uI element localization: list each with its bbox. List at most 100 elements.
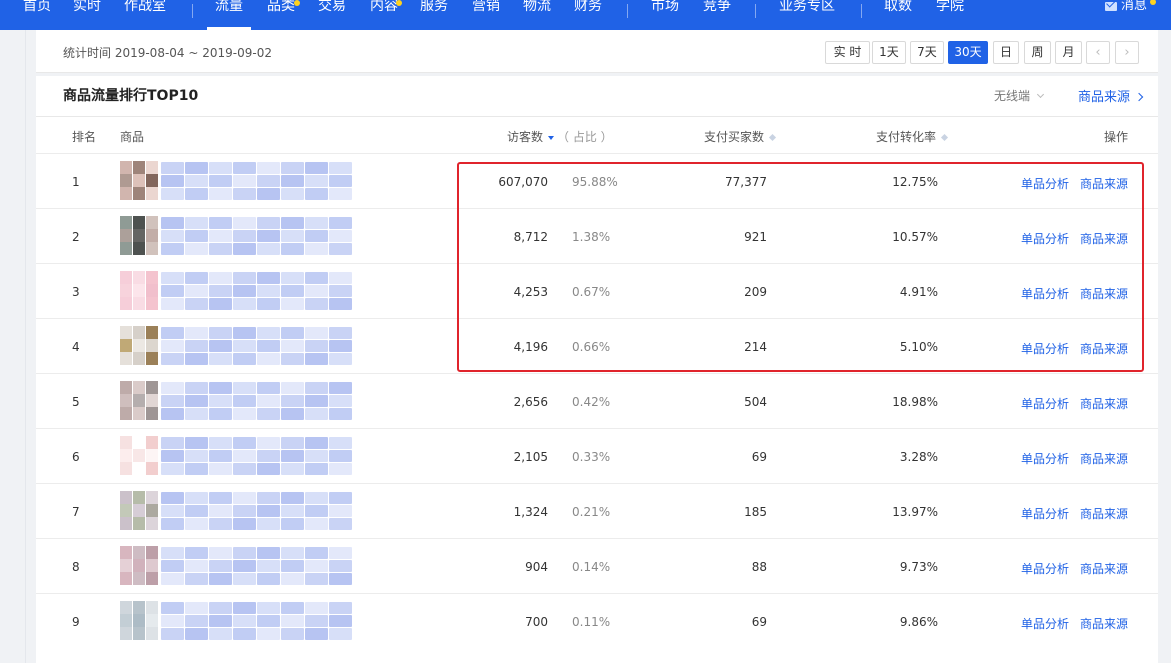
share-cell: 0.14% xyxy=(572,560,611,574)
conversion-cell: 9.73% xyxy=(899,560,938,574)
prev-period-button[interactable]: ‹ xyxy=(1086,41,1110,64)
range-button-30d[interactable]: 30天 xyxy=(948,41,988,64)
product-title-blurred[interactable] xyxy=(161,378,352,424)
conversion-cell: 3.28% xyxy=(899,450,938,464)
conversion-cell: 18.98% xyxy=(892,395,938,409)
product-thumbnail[interactable] xyxy=(120,436,160,476)
range-button-month[interactable]: 月 xyxy=(1055,41,1082,64)
buyers-cell: 185 xyxy=(744,505,767,519)
rank-cell: 2 xyxy=(72,230,80,244)
nav-item-logistics[interactable]: 物流 xyxy=(523,0,551,30)
nav-item-competition[interactable]: 竞争 xyxy=(703,0,731,30)
messages-badge-dot xyxy=(1150,0,1156,5)
header-visitors[interactable]: 访客数 xyxy=(507,128,555,145)
product-title-blurred[interactable] xyxy=(161,158,352,204)
share-cell: 0.33% xyxy=(572,450,611,464)
nav-item-category[interactable]: 品类 xyxy=(267,0,295,30)
visitors-cell: 2,656 xyxy=(513,395,548,409)
product-thumbnail[interactable] xyxy=(120,216,160,256)
rank-cell: 6 xyxy=(72,450,80,464)
sidebar-edge xyxy=(0,30,26,663)
product-thumbnail[interactable] xyxy=(120,381,160,421)
share-cell: 0.11% xyxy=(572,615,611,629)
product-source-row-link[interactable]: 商品来源 xyxy=(1080,615,1128,632)
mail-icon[interactable] xyxy=(1105,2,1117,11)
product-title-blurred[interactable] xyxy=(161,488,352,534)
nav-item-data-fetch[interactable]: 取数 xyxy=(884,0,912,30)
product-thumbnail[interactable] xyxy=(120,491,160,531)
product-thumbnail[interactable] xyxy=(120,161,160,201)
single-analysis-link[interactable]: 单品分析 xyxy=(1021,560,1069,577)
product-source-row-link[interactable]: 商品来源 xyxy=(1080,450,1128,467)
product-source-row-link[interactable]: 商品来源 xyxy=(1080,560,1128,577)
table-row: 5 2,656 0.42% 504 18.98% 单品分析 商品来源 xyxy=(36,373,1158,428)
conversion-cell: 9.86% xyxy=(899,615,938,629)
single-analysis-link[interactable]: 单品分析 xyxy=(1021,505,1069,522)
conversion-cell: 13.97% xyxy=(892,505,938,519)
buyers-cell: 69 xyxy=(751,615,767,629)
product-thumbnail[interactable] xyxy=(120,326,160,366)
rank-cell: 5 xyxy=(72,395,80,409)
product-source-row-link[interactable]: 商品来源 xyxy=(1080,395,1128,412)
header-conversion[interactable]: 支付转化率 xyxy=(876,128,949,145)
product-title-blurred[interactable] xyxy=(161,213,352,259)
next-period-button[interactable]: › xyxy=(1115,41,1139,64)
range-button-week[interactable]: 周 xyxy=(1024,41,1051,64)
visitors-cell: 1,324 xyxy=(513,505,548,519)
device-select[interactable]: 无线端 xyxy=(994,87,1045,104)
product-title-blurred[interactable] xyxy=(161,268,352,314)
chevron-right-icon xyxy=(1134,92,1144,102)
header-actions: 操作 xyxy=(1104,130,1129,144)
chevron-down-icon xyxy=(1036,90,1045,99)
product-title-blurred[interactable] xyxy=(161,433,352,479)
nav-divider xyxy=(192,4,193,18)
nav-item-marketing[interactable]: 营销 xyxy=(472,0,500,30)
single-analysis-link[interactable]: 单品分析 xyxy=(1021,450,1069,467)
product-source-row-link[interactable]: 商品来源 xyxy=(1080,505,1128,522)
single-analysis-link[interactable]: 单品分析 xyxy=(1021,395,1069,412)
product-title-blurred[interactable] xyxy=(161,323,352,369)
share-cell: 0.21% xyxy=(572,505,611,519)
visitors-cell: 700 xyxy=(525,615,548,629)
nav-item-trade[interactable]: 交易 xyxy=(318,0,346,30)
nav-badge-dot xyxy=(396,0,402,6)
table-row: 6 2,105 0.33% 69 3.28% 单品分析 商品来源 xyxy=(36,428,1158,483)
nav-divider xyxy=(755,4,756,18)
nav-item-traffic[interactable]: 流量 xyxy=(207,0,251,30)
buyers-cell: 88 xyxy=(751,560,767,574)
range-button-day[interactable]: 日 xyxy=(993,41,1019,64)
header-product: 商品 xyxy=(120,130,145,144)
rank-cell: 1 xyxy=(72,175,80,189)
nav-item-market[interactable]: 市场 xyxy=(651,0,679,30)
header-buyers[interactable]: 支付买家数 xyxy=(704,128,777,145)
nav-item-service[interactable]: 服务 xyxy=(420,0,448,30)
product-thumbnail[interactable] xyxy=(120,271,160,311)
top-navigation: 首页 实时 作战室 流量 品类 交易 内容 服务 营销 物流 财务 市场 竞争 … xyxy=(0,0,1171,30)
sort-desc-icon xyxy=(548,136,555,140)
product-title-blurred[interactable] xyxy=(161,543,352,589)
table-row: 9 700 0.11% 69 9.86% 单品分析 商品来源 xyxy=(36,593,1158,648)
nav-item-home[interactable]: 首页 xyxy=(23,0,51,30)
sort-icon xyxy=(768,133,777,142)
nav-item-war-room[interactable]: 作战室 xyxy=(124,0,166,30)
nav-item-content[interactable]: 内容 xyxy=(370,0,398,30)
nav-item-realtime[interactable]: 实时 xyxy=(73,0,101,30)
visitors-cell: 904 xyxy=(525,560,548,574)
single-analysis-link[interactable]: 单品分析 xyxy=(1021,615,1069,632)
visitors-cell: 2,105 xyxy=(513,450,548,464)
product-thumbnail[interactable] xyxy=(120,601,160,641)
nav-item-finance[interactable]: 财务 xyxy=(574,0,602,30)
nav-item-academy[interactable]: 学院 xyxy=(936,0,964,30)
product-source-label: 商品来源 xyxy=(1078,90,1131,105)
range-button-1d[interactable]: 1天 xyxy=(872,41,906,64)
product-title-blurred[interactable] xyxy=(161,598,352,644)
rank-cell: 3 xyxy=(72,285,80,299)
product-thumbnail[interactable] xyxy=(120,546,160,586)
range-button-7d[interactable]: 7天 xyxy=(910,41,944,64)
stat-time-range: 统计时间 2019-08-04 ~ 2019-09-02 xyxy=(63,46,272,60)
range-button-realtime[interactable]: 实 时 xyxy=(825,41,870,64)
nav-item-business-zone[interactable]: 业务专区 xyxy=(779,0,835,30)
highlight-annotation xyxy=(457,162,1144,372)
product-source-link[interactable]: 商品来源 xyxy=(1078,86,1144,105)
messages-link[interactable]: 消息 xyxy=(1121,0,1147,30)
